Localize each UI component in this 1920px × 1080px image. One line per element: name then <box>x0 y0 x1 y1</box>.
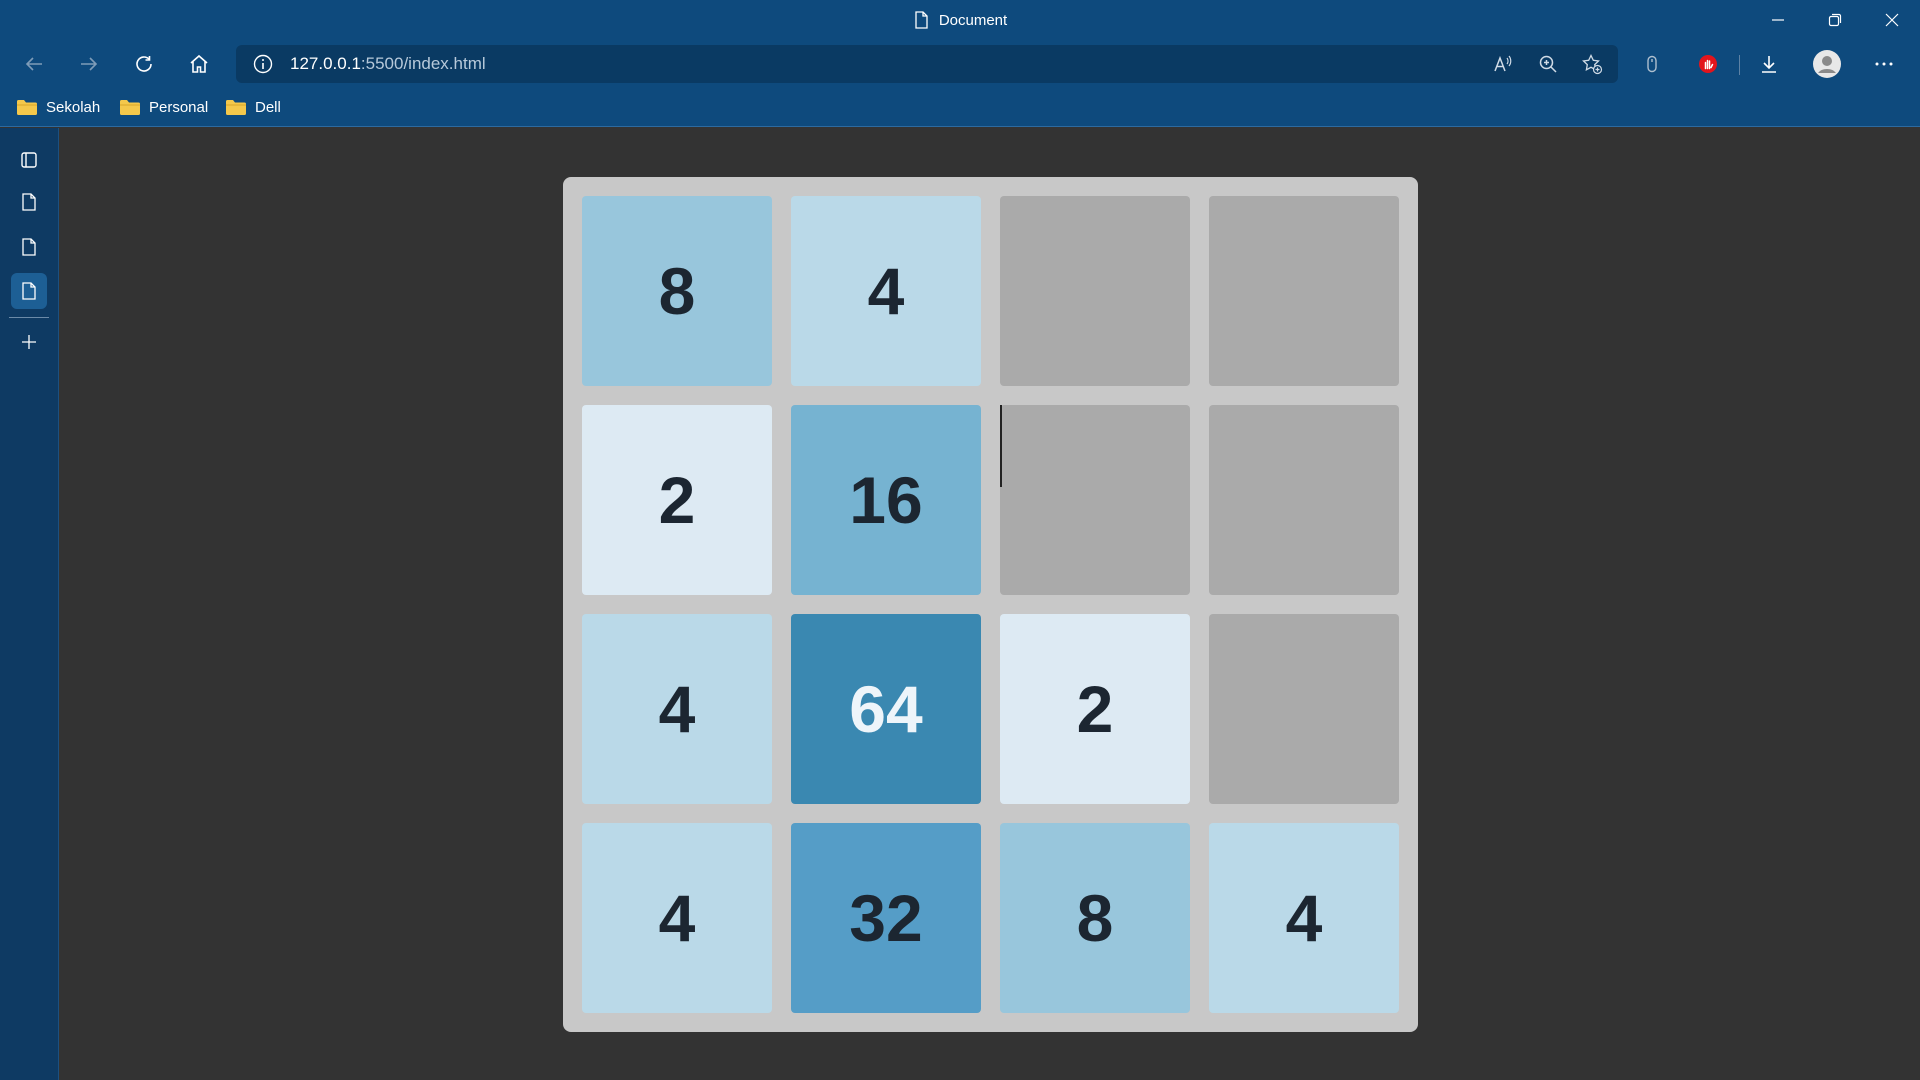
restore-icon <box>1828 13 1841 27</box>
new-tab-button[interactable] <box>11 324 47 360</box>
bookmark-personal[interactable]: Personal <box>119 95 208 119</box>
minimize-button[interactable] <box>1749 0 1806 40</box>
document-icon <box>915 11 928 29</box>
address-bar[interactable]: 127.0.0.1:5500/index.html <box>236 45 1618 83</box>
download-icon <box>1762 56 1776 73</box>
bookmark-sekolah[interactable]: Sekolah <box>16 95 100 119</box>
tile-4: 4 <box>582 823 772 1013</box>
read-aloud-icon[interactable] <box>1492 53 1514 75</box>
folder-icon <box>120 100 140 115</box>
adblock-extension-button[interactable] <box>1690 46 1726 82</box>
tile-32: 32 <box>791 823 981 1013</box>
info-icon[interactable] <box>252 53 274 75</box>
tile-4: 4 <box>582 614 772 804</box>
tile-8: 8 <box>582 196 772 386</box>
empty-tile <box>1209 405 1399 595</box>
empty-tile <box>1209 614 1399 804</box>
window-controls <box>1749 0 1920 40</box>
bookmark-dell[interactable]: Dell <box>225 95 281 119</box>
toolbar-divider <box>1739 55 1740 75</box>
close-button[interactable] <box>1863 0 1920 40</box>
forward-arrow-icon <box>81 57 98 71</box>
empty-tile <box>1000 405 1190 595</box>
restore-button[interactable] <box>1806 0 1863 40</box>
home-icon <box>190 54 208 73</box>
url-host: 127.0.0.1 <box>290 54 361 73</box>
bookmarks-bar: Sekolah Personal Dell <box>0 87 1920 127</box>
text-caret <box>1000 405 1002 487</box>
tile-2: 2 <box>1000 614 1190 804</box>
vertical-tab-2[interactable] <box>11 229 47 265</box>
tile-4: 4 <box>1209 823 1399 1013</box>
plus-icon <box>22 335 36 349</box>
more-menu-button[interactable] <box>1866 46 1902 82</box>
more-dots-icon <box>1875 62 1893 66</box>
refresh-button[interactable] <box>126 46 162 82</box>
vertical-tab-3-active[interactable] <box>11 273 47 309</box>
back-arrow-icon <box>25 57 42 71</box>
folder-icon <box>17 100 37 115</box>
favorite-add-icon[interactable] <box>1581 53 1603 75</box>
game-board[interactable]: 8 4 2 16 4 64 2 4 32 8 4 <box>563 177 1418 1032</box>
vertical-tab-1[interactable] <box>11 184 47 220</box>
navigation-bar: 127.0.0.1:5500/index.html <box>0 40 1920 87</box>
tile-4: 4 <box>791 196 981 386</box>
tile-8: 8 <box>1000 823 1190 1013</box>
avatar-icon <box>1813 50 1841 78</box>
forward-button[interactable] <box>71 46 107 82</box>
sidebar-divider <box>9 317 49 318</box>
bookmark-label: Personal <box>149 98 209 116</box>
tab-actions-button[interactable] <box>11 142 47 178</box>
stop-hand-icon <box>1699 55 1717 73</box>
window-title: Document <box>0 0 1920 40</box>
empty-tile <box>1209 196 1399 386</box>
empty-tile <box>1000 196 1190 386</box>
vertical-tabs-sidebar <box>0 128 59 1080</box>
downloads-button[interactable] <box>1751 46 1787 82</box>
refresh-icon <box>136 56 152 72</box>
tab-actions-icon <box>21 152 37 168</box>
url-text[interactable]: 127.0.0.1:5500/index.html <box>290 45 486 83</box>
tile-16: 16 <box>791 405 981 595</box>
bookmark-label: Dell <box>255 98 281 116</box>
page-icon <box>22 238 36 256</box>
title-bar: Document <box>0 0 1920 40</box>
extension-button[interactable] <box>1634 46 1670 82</box>
folder-icon <box>226 100 246 115</box>
minimize-icon <box>1771 19 1784 21</box>
window-title-text: Document <box>938 11 1008 29</box>
bookmark-label: Sekolah <box>46 98 101 116</box>
home-button[interactable] <box>181 46 217 82</box>
profile-button[interactable] <box>1809 46 1845 82</box>
page-icon <box>22 282 36 300</box>
back-button[interactable] <box>16 46 52 82</box>
url-path: :5500/index.html <box>360 54 486 73</box>
tile-64: 64 <box>791 614 981 804</box>
tile-2: 2 <box>582 405 772 595</box>
zoom-icon[interactable] <box>1537 53 1559 75</box>
close-icon <box>1885 13 1898 27</box>
page-icon <box>22 193 36 211</box>
mouse-extension-icon <box>1647 55 1657 73</box>
